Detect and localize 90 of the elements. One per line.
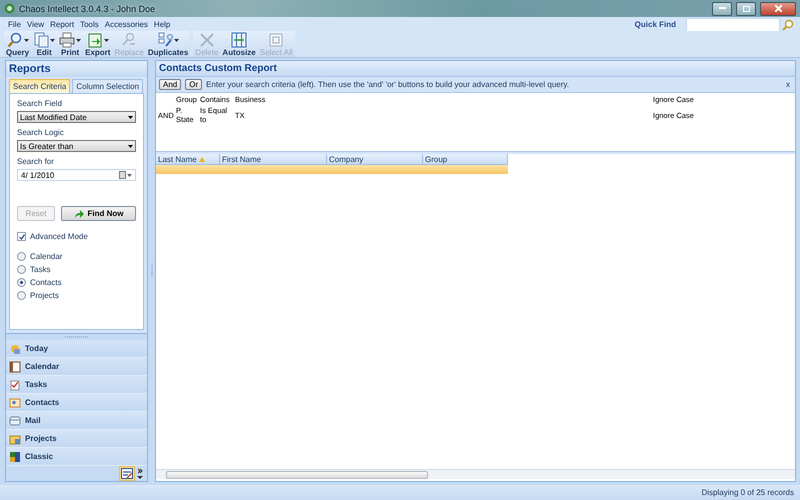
nav-item[interactable]: Mail	[6, 412, 147, 430]
dropdown-arrow-icon	[128, 144, 133, 148]
search-icon	[6, 32, 23, 48]
search-field-dropdown[interactable]: Last Modified Date	[17, 111, 136, 123]
sun-icon	[9, 342, 21, 354]
maximize-icon	[742, 6, 750, 12]
toolbar-button[interactable]: Export	[83, 31, 112, 57]
close-button[interactable]	[760, 2, 796, 16]
toolbar-button[interactable]: Duplicates	[146, 31, 190, 57]
printer-icon	[59, 32, 76, 48]
status-text: Displaying 0 of 25 records	[702, 488, 794, 497]
report-view-button[interactable]	[119, 466, 135, 481]
menu-item[interactable]: File	[6, 20, 23, 29]
horizontal-scrollbar[interactable]	[156, 469, 795, 479]
dropdown-arrow-icon	[76, 38, 82, 42]
clipboard-icon	[9, 378, 21, 390]
checkbox[interactable]	[17, 232, 26, 241]
minimize-button[interactable]	[712, 2, 732, 16]
dropdown-arrow-icon	[104, 38, 109, 42]
calendar-dropdown-icon	[119, 171, 132, 179]
nav-item[interactable]: Classic	[6, 448, 147, 466]
replace-icon	[121, 32, 138, 48]
field-label: Search Logic	[17, 128, 65, 137]
dropdown-arrow-icon	[174, 38, 180, 42]
minimize-icon	[718, 7, 726, 10]
export-icon	[86, 32, 103, 48]
report-title: Contacts Custom Report	[156, 61, 795, 77]
column-header[interactable]: Group	[423, 154, 508, 165]
toolbar-button[interactable]: Print	[57, 31, 84, 57]
window-title: Chaos Intellect 3.0.4.3 - John Doe	[19, 4, 156, 14]
nav-item[interactable]: Contacts	[6, 394, 147, 412]
tab[interactable]: Column Selection	[72, 79, 144, 93]
dropdown-arrow-icon	[128, 116, 133, 118]
radio-label: Projects	[30, 291, 59, 300]
dropdown-arrow-icon	[50, 38, 56, 42]
dropdown-arrow-icon	[24, 38, 29, 42]
toolbar-button[interactable]: Autosize	[220, 31, 258, 57]
checkmark-icon	[18, 234, 24, 240]
radio-button[interactable]	[17, 265, 26, 274]
menu-item[interactable]: View	[24, 20, 46, 29]
menu-item[interactable]: Accessories	[102, 20, 150, 29]
checkbox-label: Advanced Mode	[30, 232, 88, 241]
nav-item[interactable]: Calendar	[6, 358, 147, 376]
folder-icon	[9, 432, 21, 444]
radio-button[interactable]	[17, 278, 26, 287]
hint-text: Enter your search criteria (left). Then use the 'and' 'or' buttons to build your advanced multi-level query.	[206, 80, 570, 89]
logic-button[interactable]: Or	[185, 79, 202, 90]
autosize-icon	[231, 32, 248, 48]
contact-card-icon	[9, 396, 21, 408]
panel-title: Reports	[6, 61, 147, 77]
menu-item[interactable]: Tools	[78, 20, 101, 29]
nav-item[interactable]: Today	[6, 340, 147, 358]
toolbar-button[interactable]: Edit	[31, 31, 58, 57]
calendar-icon	[9, 360, 21, 372]
search-icon	[782, 18, 794, 30]
action-button[interactable]: Find Now	[61, 206, 136, 221]
app-logo-icon	[4, 3, 15, 14]
radio-button[interactable]	[17, 291, 26, 300]
logic-button[interactable]: And	[159, 79, 182, 90]
toolbar-button[interactable]: Query	[4, 31, 32, 57]
delete-icon	[198, 32, 215, 48]
document-icon	[33, 32, 50, 48]
field-label: Search for	[17, 157, 55, 166]
nav-item[interactable]: Tasks	[6, 376, 147, 394]
column-header[interactable]: Last Name	[156, 154, 220, 165]
quick-find-label: Quick Find	[634, 20, 676, 29]
arrow-icon	[74, 210, 84, 218]
report-icon	[121, 468, 133, 479]
tab[interactable]: Search Criteria	[9, 79, 70, 93]
column-header[interactable]: Company	[327, 154, 423, 165]
mail-icon	[9, 414, 21, 426]
maximize-button[interactable]	[736, 2, 756, 16]
sort-icon	[198, 156, 205, 162]
menu-item[interactable]: Help	[152, 20, 172, 29]
radio-button[interactable]	[17, 252, 26, 261]
select-all-icon	[268, 32, 284, 48]
quick-find-field[interactable]	[686, 18, 780, 32]
radio-label: Tasks	[30, 265, 50, 274]
field-label: Search Field	[17, 99, 63, 108]
column-header[interactable]: First Name	[220, 154, 327, 165]
menu-item[interactable]: Report	[48, 20, 76, 29]
radio-label: Contacts	[30, 278, 62, 287]
more-options-icon	[137, 468, 143, 480]
date-field[interactable]: 4/ 1/2010	[17, 169, 136, 181]
search-logic-dropdown[interactable]: Is Greater than	[17, 140, 136, 152]
nav-item[interactable]: Projects	[6, 430, 147, 448]
close-button[interactable]: x	[786, 80, 792, 89]
close-icon	[774, 5, 782, 12]
grid-icon	[9, 450, 21, 462]
radio-label: Calendar	[30, 252, 62, 261]
